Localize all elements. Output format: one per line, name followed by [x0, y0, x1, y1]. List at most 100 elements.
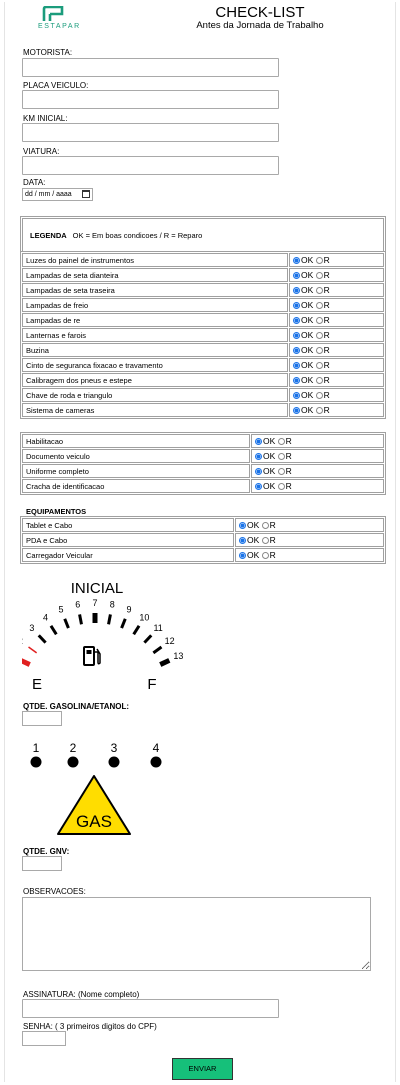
gauge-tick-label: 13 [173, 651, 183, 661]
checklist-options: OK R [289, 343, 384, 357]
gauge-tick [37, 634, 47, 644]
equipment-checklist-table: Tablet e Cabo OK R PDA e Cabo OK R Carregado… [20, 516, 386, 564]
ok-label: OK [301, 285, 314, 295]
checklist-row: Lampadas de freio OK R [22, 298, 384, 312]
senha-input[interactable] [22, 1031, 66, 1046]
equipment-title: EQUIPAMENTOS [26, 507, 87, 516]
gnv-level-dot[interactable] [108, 756, 120, 768]
checklist-item-label: Luzes do painel de instrumentos [22, 253, 288, 267]
viatura-input[interactable] [22, 156, 279, 175]
enviar-button[interactable]: ENVIAR [172, 1058, 233, 1080]
r-radio[interactable] [277, 483, 285, 490]
gas-warning-sign: GAS [57, 775, 131, 835]
gas-sign-text: GAS [76, 812, 112, 831]
equipment-item-label: PDA e Cabo [22, 533, 234, 547]
ok-radio[interactable] [255, 468, 262, 475]
r-radio[interactable] [261, 522, 269, 529]
gnv-level-label: 1 [33, 741, 40, 755]
checklist-row: Buzina OK R [22, 343, 384, 357]
r-radio[interactable] [277, 468, 285, 475]
ok-radio[interactable] [239, 522, 246, 529]
gnv-level-dot[interactable] [150, 756, 162, 768]
date-input[interactable]: dd / mm / aaaa [22, 188, 93, 201]
legend-title: LEGENDA [30, 231, 67, 240]
r-radio[interactable] [315, 332, 323, 339]
ok-radio[interactable] [239, 537, 246, 544]
r-radio[interactable] [315, 257, 323, 264]
ok-radio[interactable] [255, 453, 262, 460]
fuel-empty-label: E [32, 676, 42, 693]
motorista-input[interactable] [22, 58, 279, 77]
checklist-row: Calibragem dos pneus e estepe OK R [22, 373, 384, 387]
r-radio[interactable] [315, 287, 323, 294]
ok-radio[interactable] [293, 317, 300, 324]
checklist-options: OK R [289, 298, 384, 312]
gauge-tick-label: 9 [126, 605, 131, 615]
gnv-level-label: 3 [111, 741, 118, 755]
gasolina-input[interactable] [22, 711, 62, 726]
checklist-options: OK R [289, 313, 384, 327]
ok-label: OK [301, 345, 314, 355]
ok-radio[interactable] [255, 483, 262, 490]
gauge-tick [143, 634, 153, 644]
gauge-tick-label: 7 [92, 598, 97, 608]
r-radio[interactable] [315, 362, 323, 369]
equipment-item-label: Carregador Veicular [22, 548, 234, 562]
r-label: R [323, 270, 330, 280]
checklist-row: Cinto de seguranca fixacao e travamento O… [22, 358, 384, 372]
ok-radio[interactable] [293, 407, 300, 414]
ok-radio[interactable] [293, 347, 300, 354]
checklist-item-label: Lampadas de seta traseira [22, 283, 288, 297]
ok-radio[interactable] [293, 332, 300, 339]
estapar-logo: ESTAPAR [38, 6, 84, 30]
ok-radio[interactable] [293, 377, 300, 384]
ok-radio[interactable] [239, 552, 246, 559]
checklist-options: OK R [289, 373, 384, 387]
document-item-label: Habilitacao [22, 434, 250, 448]
placa-input[interactable] [22, 90, 279, 109]
ok-label: OK [263, 466, 276, 476]
document-options: OK R [251, 434, 384, 448]
r-radio[interactable] [315, 407, 323, 414]
gauge-tick [28, 646, 38, 654]
ok-radio[interactable] [293, 257, 300, 264]
gauge-tick [132, 625, 141, 636]
gnv-level-dot[interactable] [30, 756, 42, 768]
document-item-label: Cracha de identificacao [22, 479, 250, 493]
ok-radio[interactable] [293, 272, 300, 279]
checklist-row: Chave de roda e triangulo OK R [22, 388, 384, 402]
gnv-level-dot[interactable] [67, 756, 79, 768]
r-label: R [323, 375, 330, 385]
r-radio[interactable] [277, 438, 285, 445]
km-input[interactable] [22, 123, 279, 142]
ok-label: OK [301, 390, 314, 400]
ok-radio[interactable] [255, 438, 262, 445]
viatura-label: VIATURA: [23, 147, 60, 156]
r-radio[interactable] [315, 302, 323, 309]
fuel-pump-icon [83, 646, 101, 666]
r-label: R [285, 451, 292, 461]
r-radio[interactable] [315, 347, 323, 354]
document-item-label: Documento veiculo [22, 449, 250, 463]
r-label: R [323, 390, 330, 400]
ok-radio[interactable] [293, 362, 300, 369]
r-radio[interactable] [315, 377, 323, 384]
r-radio[interactable] [277, 453, 285, 460]
equipment-row: PDA e Cabo OK R [22, 533, 384, 547]
ok-radio[interactable] [293, 302, 300, 309]
r-radio[interactable] [261, 537, 269, 544]
r-label: R [285, 481, 292, 491]
assinatura-input[interactable] [22, 999, 279, 1018]
r-radio[interactable] [261, 552, 269, 559]
checklist-options: OK R [289, 403, 384, 417]
observacoes-textarea[interactable] [22, 897, 371, 971]
r-label: R [285, 466, 292, 476]
calendar-icon[interactable] [82, 190, 90, 198]
gnv-input[interactable] [22, 856, 62, 871]
ok-radio[interactable] [293, 287, 300, 294]
ok-radio[interactable] [293, 392, 300, 399]
r-radio[interactable] [315, 317, 323, 324]
r-radio[interactable] [315, 392, 323, 399]
documents-checklist-table: Habilitacao OK R Documento veiculo OK R Unif… [20, 432, 386, 495]
r-radio[interactable] [315, 272, 323, 279]
